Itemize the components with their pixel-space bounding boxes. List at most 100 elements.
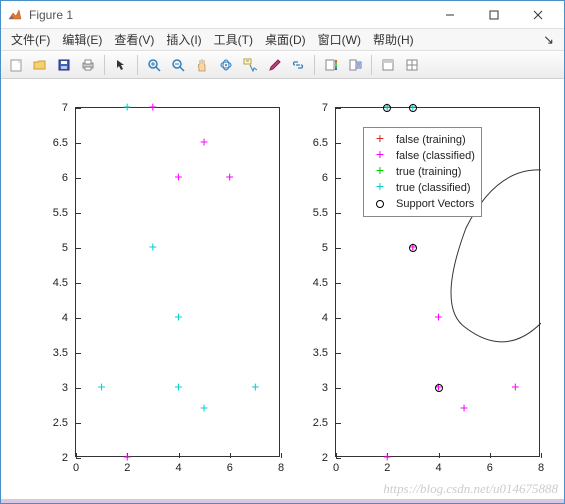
close-button[interactable] xyxy=(516,2,560,28)
tick-mark xyxy=(336,423,341,424)
maximize-button[interactable] xyxy=(472,2,516,28)
open-icon[interactable] xyxy=(29,54,51,76)
menu-window[interactable]: 窗口(W) xyxy=(312,29,367,50)
zoom-in-icon[interactable] xyxy=(143,54,165,76)
save-icon[interactable] xyxy=(53,54,75,76)
data-point: + xyxy=(174,171,182,186)
legend-label: false (training) xyxy=(396,134,466,146)
link-icon[interactable] xyxy=(287,54,309,76)
y-tick-label: 6 xyxy=(322,172,328,184)
subplot-icon[interactable] xyxy=(401,54,423,76)
y-tick-label: 7 xyxy=(322,102,328,114)
data-point: + xyxy=(174,381,182,396)
menu-tools[interactable]: 工具(T) xyxy=(208,29,259,50)
minimize-button[interactable] xyxy=(428,2,472,28)
menu-desktop[interactable]: 桌面(D) xyxy=(259,29,312,50)
tick-mark xyxy=(281,453,282,458)
tick-mark xyxy=(76,388,81,389)
tick-mark xyxy=(387,453,388,458)
data-point: + xyxy=(383,101,391,116)
brush-icon[interactable] xyxy=(263,54,285,76)
menu-insert[interactable]: 插入(I) xyxy=(160,29,207,50)
y-tick-label: 4.5 xyxy=(313,277,328,289)
data-point: + xyxy=(460,402,468,417)
tick-mark xyxy=(541,453,542,458)
dock-toggle-icon[interactable]: ↘ xyxy=(537,32,560,48)
tick-mark xyxy=(490,453,491,458)
tick-mark xyxy=(76,283,81,284)
data-point: + xyxy=(409,101,417,116)
legend-marker: + xyxy=(370,165,390,179)
zoom-out-icon[interactable] xyxy=(167,54,189,76)
print-icon[interactable] xyxy=(77,54,99,76)
tick-mark xyxy=(336,388,341,389)
menu-help[interactable]: 帮助(H) xyxy=(367,29,420,50)
menubar: 文件(F) 编辑(E) 查看(V) 插入(I) 工具(T) 桌面(D) 窗口(W… xyxy=(1,29,564,51)
pan-icon[interactable] xyxy=(191,54,213,76)
tick-mark xyxy=(336,318,341,319)
data-point: + xyxy=(511,381,519,396)
y-tick-label: 5 xyxy=(62,242,68,254)
data-cursor-icon[interactable] xyxy=(239,54,261,76)
hide-tools-icon[interactable] xyxy=(377,54,399,76)
tick-mark xyxy=(76,143,81,144)
tick-mark xyxy=(230,453,231,458)
x-tick-label: 6 xyxy=(227,462,233,474)
tick-mark xyxy=(76,458,81,459)
rotate-icon[interactable] xyxy=(215,54,237,76)
data-point: + xyxy=(123,101,131,116)
menu-file[interactable]: 文件(F) xyxy=(5,29,56,50)
x-tick-label: 4 xyxy=(435,462,441,474)
titlebar: Figure 1 xyxy=(1,1,564,29)
legend-marker: + xyxy=(370,181,390,195)
figure-window: Figure 1 文件(F) 编辑(E) 查看(V) 插入(I) 工具(T) 桌… xyxy=(0,0,565,504)
x-tick-label: 4 xyxy=(175,462,181,474)
y-tick-label: 2 xyxy=(62,452,68,464)
y-tick-label: 4.5 xyxy=(53,277,68,289)
tick-mark xyxy=(336,108,341,109)
data-point xyxy=(409,244,417,252)
window-buttons xyxy=(428,2,560,28)
menu-edit[interactable]: 编辑(E) xyxy=(56,29,108,50)
figure-toolbar xyxy=(1,51,564,79)
y-tick-label: 3 xyxy=(322,382,328,394)
legend-item: Support Vectors xyxy=(370,196,475,212)
y-tick-label: 5.5 xyxy=(53,207,68,219)
new-figure-icon[interactable] xyxy=(5,54,27,76)
x-tick-label: 0 xyxy=(333,462,339,474)
tick-mark xyxy=(76,178,81,179)
axes-1[interactable]: 0246822.533.544.555.566.57++++++++++++ xyxy=(75,107,280,457)
data-point xyxy=(383,104,391,112)
y-tick-label: 3.5 xyxy=(313,347,328,359)
legend[interactable]: +false (training)+false (classified)+tru… xyxy=(363,127,482,217)
x-tick-label: 6 xyxy=(487,462,493,474)
status-strip xyxy=(1,499,564,503)
colorbar-icon[interactable] xyxy=(320,54,342,76)
y-tick-label: 3.5 xyxy=(53,347,68,359)
y-tick-label: 4 xyxy=(62,312,68,324)
tick-mark xyxy=(336,353,341,354)
tick-mark xyxy=(76,318,81,319)
menu-view[interactable]: 查看(V) xyxy=(108,29,160,50)
data-point: + xyxy=(149,101,157,116)
edit-arrow-icon[interactable] xyxy=(110,54,132,76)
data-point: + xyxy=(434,311,442,326)
watermark-text: https://blog.csdn.net/u014675888 xyxy=(383,481,558,497)
tick-mark xyxy=(336,178,341,179)
legend-marker: + xyxy=(370,149,390,163)
legend-icon[interactable] xyxy=(344,54,366,76)
legend-label: Support Vectors xyxy=(396,198,474,210)
y-tick-label: 6.5 xyxy=(313,137,328,149)
window-title: Figure 1 xyxy=(29,8,73,22)
matlab-icon xyxy=(7,7,23,23)
tick-mark xyxy=(439,453,440,458)
y-tick-label: 6.5 xyxy=(53,137,68,149)
tick-mark xyxy=(76,248,81,249)
y-tick-label: 2.5 xyxy=(313,417,328,429)
figure-canvas[interactable]: 0246822.533.544.555.566.57++++++++++++ 0… xyxy=(1,79,564,499)
tick-mark xyxy=(336,248,341,249)
data-point: + xyxy=(434,381,442,396)
tick-mark xyxy=(76,213,81,214)
tick-mark xyxy=(336,283,341,284)
legend-marker: + xyxy=(370,133,390,147)
